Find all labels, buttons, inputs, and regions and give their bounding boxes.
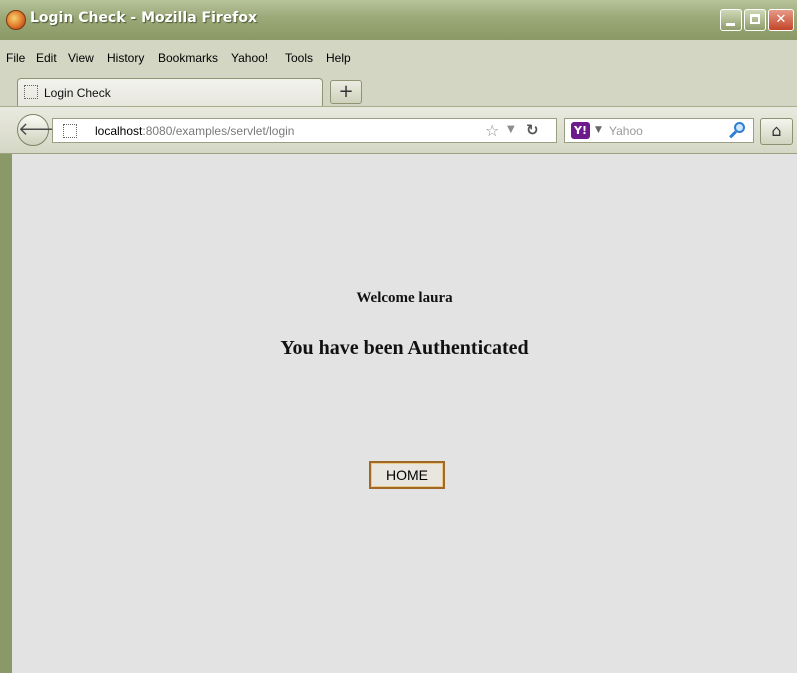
url-path: :8080/examples/servlet/login — [142, 124, 295, 138]
minimize-button[interactable] — [720, 9, 742, 31]
tab-login-check[interactable]: Login Check — [17, 78, 323, 107]
url-text[interactable]: localhost:8080/examples/servlet/login — [95, 124, 294, 138]
yahoo-engine-icon[interactable]: Y! — [571, 122, 590, 139]
navigation-toolbar: 🡐 localhost:8080/examples/servlet/login … — [0, 106, 797, 154]
star-icon[interactable]: ☆ — [485, 121, 499, 140]
maximize-button[interactable] — [744, 9, 766, 31]
search-button[interactable] — [728, 121, 748, 141]
tab-bar: Login Check + — [0, 70, 797, 107]
menu-help[interactable]: Help — [326, 51, 351, 65]
address-bar[interactable]: localhost:8080/examples/servlet/login ☆ … — [52, 118, 557, 143]
menu-yahoo[interactable]: Yahoo! — [231, 51, 268, 65]
back-button[interactable]: 🡐 — [17, 114, 66, 146]
menu-tools[interactable]: Tools — [285, 51, 313, 65]
close-icon: ✕ — [775, 12, 787, 27]
browser-window: Login Check - Mozilla Firefox ✕ File Edi… — [0, 0, 797, 673]
tab-label: Login Check — [44, 86, 111, 100]
home-icon: ⌂ — [771, 121, 782, 140]
menu-view[interactable]: View — [68, 51, 94, 65]
page-content: Welcome laura You have been Authenticate… — [12, 154, 797, 673]
page-icon — [24, 85, 38, 99]
auth-message: You have been Authenticated — [280, 337, 529, 359]
minimize-icon — [726, 23, 735, 26]
home-button[interactable]: HOME — [369, 461, 445, 489]
close-button[interactable]: ✕ — [768, 9, 794, 31]
welcome-message: Welcome laura — [356, 290, 453, 306]
engine-dropdown-icon[interactable]: ▼ — [595, 125, 602, 135]
history-dropdown-icon[interactable]: ▼ — [507, 124, 515, 135]
menu-edit[interactable]: Edit — [36, 51, 57, 65]
menu-file[interactable]: File — [6, 51, 25, 65]
home-toolbar-button[interactable]: ⌂ — [760, 118, 793, 145]
title-bar[interactable]: Login Check - Mozilla Firefox ✕ — [0, 0, 797, 41]
firefox-icon — [6, 10, 26, 30]
search-bar[interactable]: Y! ▼ Yahoo — [564, 118, 754, 143]
new-tab-button[interactable]: + — [330, 80, 362, 104]
maximize-icon — [750, 14, 760, 24]
site-icon — [63, 124, 77, 138]
url-host: localhost — [95, 124, 143, 138]
menu-bookmarks[interactable]: Bookmarks — [158, 51, 218, 65]
window-title: Login Check - Mozilla Firefox — [30, 10, 258, 26]
menu-history[interactable]: History — [107, 51, 144, 65]
menu-bar: File Edit View History Bookmarks Yahoo! … — [0, 40, 797, 70]
window-frame-left — [0, 154, 12, 673]
search-input[interactable]: Yahoo — [609, 124, 643, 138]
reload-icon[interactable]: ↻ — [526, 121, 539, 139]
